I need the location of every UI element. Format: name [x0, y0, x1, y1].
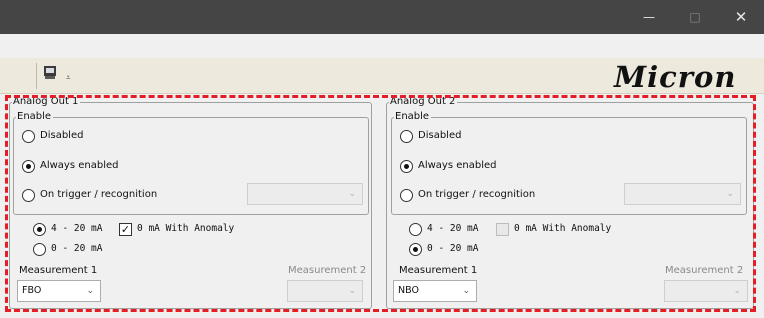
- toolbar-dropdown-arrow[interactable]: ⩡: [66, 73, 71, 83]
- chevron-down-icon: ⌄: [726, 189, 734, 199]
- analog-out-1-enable-title: Enable: [16, 111, 54, 123]
- analog-out-2-disabled-label: Disabled: [418, 130, 462, 141]
- analog-out-1-measurement2-select[interactable]: ⌄: [287, 280, 363, 302]
- analog-out-2-measurement1-label: Measurement 1: [399, 265, 478, 276]
- brand-logo: Micron: [614, 60, 737, 94]
- analog-out-1-anomaly-checkbox[interactable]: ✓: [119, 223, 132, 236]
- analog-out-1-range-0-20-label: 0 - 20 mA: [51, 243, 103, 254]
- analog-out-2-measurement1-select[interactable]: NBO ⌄: [393, 280, 477, 302]
- chevron-down-icon: ⌄: [348, 189, 356, 199]
- chevron-down-icon: ⌄: [462, 286, 470, 296]
- analog-out-1-disabled-label: Disabled: [40, 130, 84, 141]
- chevron-down-icon: ⌄: [348, 286, 356, 296]
- analog-out-2-trigger-label: On trigger / recognition: [418, 189, 536, 200]
- chevron-down-icon: ⌄: [733, 286, 741, 296]
- menu-bar: [0, 34, 764, 58]
- analog-out-1-range-4-20-label: 4 - 20 mA: [51, 223, 103, 234]
- device-icon[interactable]: [43, 65, 58, 80]
- analog-out-2-measurement1-value: NBO: [398, 285, 419, 296]
- analog-out-1-always-enabled-radio[interactable]: [22, 160, 35, 173]
- chevron-down-icon: ⌄: [86, 286, 94, 296]
- analog-out-1-measurement1-label: Measurement 1: [19, 265, 98, 276]
- analog-out-2-measurement2-label: Measurement 2: [665, 265, 744, 276]
- analog-out-2-enable-title: Enable: [394, 111, 432, 123]
- analog-out-1-measurement1-select[interactable]: FBO ⌄: [17, 280, 101, 302]
- analog-out-2-always-enabled-label: Always enabled: [418, 160, 497, 171]
- analog-out-2-trigger-radio[interactable]: [400, 189, 413, 202]
- analog-out-1-trigger-select[interactable]: ⌄: [247, 183, 363, 205]
- analog-out-1-disabled-radio[interactable]: [22, 130, 35, 143]
- analog-out-1-title: Analog Out 1: [12, 96, 81, 108]
- analog-out-1-range-4-20-radio[interactable]: [33, 223, 46, 236]
- analog-out-1-trigger-label: On trigger / recognition: [40, 189, 158, 200]
- analog-out-1-measurement1-value: FBO: [22, 285, 42, 296]
- analog-out-1-measurement2-label: Measurement 2: [288, 265, 367, 276]
- analog-out-2-range-0-20-radio[interactable]: [409, 243, 422, 256]
- analog-out-2-range-4-20-radio[interactable]: [409, 223, 422, 236]
- analog-out-2-trigger-select[interactable]: ⌄: [624, 183, 741, 205]
- analog-out-2-range-0-20-label: 0 - 20 mA: [427, 243, 479, 254]
- analog-out-2-measurement2-select[interactable]: ⌄: [664, 280, 748, 302]
- analog-out-2-anomaly-label: 0 mA With Anomaly: [514, 223, 612, 234]
- toolbar-separator: [36, 63, 37, 89]
- close-button[interactable]: ✕: [718, 0, 764, 34]
- minimize-button[interactable]: —: [626, 0, 672, 34]
- analog-out-1-always-enabled-label: Always enabled: [40, 160, 119, 171]
- analog-out-2-disabled-radio[interactable]: [400, 130, 413, 143]
- analog-out-2-title: Analog Out 2: [389, 96, 458, 108]
- analog-out-1-anomaly-label: 0 mA With Anomaly: [137, 223, 235, 234]
- analog-out-2-range-4-20-label: 4 - 20 mA: [427, 223, 479, 234]
- analog-out-2-anomaly-checkbox[interactable]: [496, 223, 509, 236]
- analog-out-1-trigger-radio[interactable]: [22, 189, 35, 202]
- analog-out-2-always-enabled-radio[interactable]: [400, 160, 413, 173]
- analog-out-1-range-0-20-radio[interactable]: [33, 243, 46, 256]
- maximize-button[interactable]: □: [672, 0, 718, 34]
